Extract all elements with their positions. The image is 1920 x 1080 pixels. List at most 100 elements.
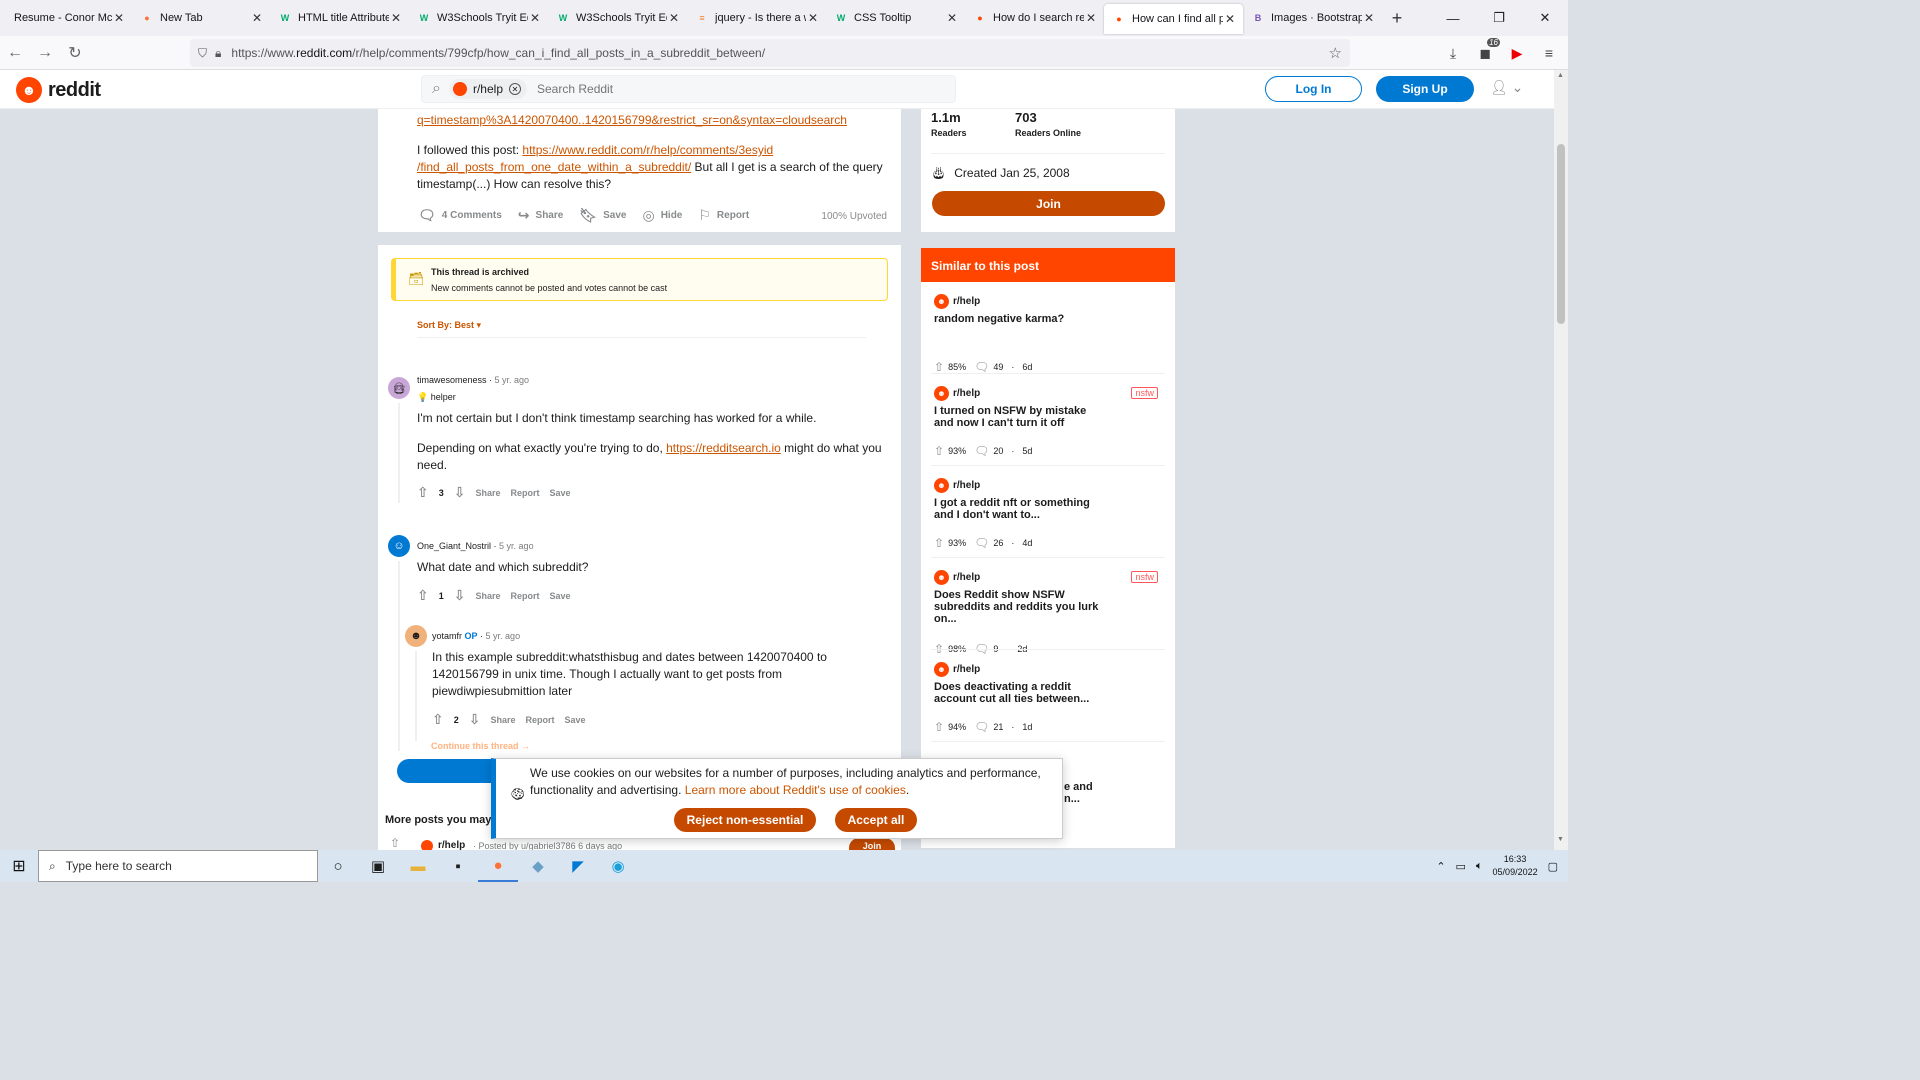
new-tab-button[interactable]: + — [1382, 8, 1412, 29]
upvote-icon[interactable]: ⇧ — [390, 836, 400, 850]
extension-icon[interactable]: ◼ 16 — [1474, 38, 1500, 66]
similar-post-title[interactable]: Does deactivating a reddit account cut a… — [934, 681, 1104, 705]
browser-tab[interactable]: W HTML title Attribute ✕ — [270, 0, 409, 36]
avatar[interactable]: 🧝︎ — [388, 377, 410, 399]
downvote-icon[interactable]: ⇩ — [469, 711, 481, 728]
notifications-icon[interactable]: ▢ — [1548, 860, 1558, 873]
comment-save-button[interactable]: Save — [550, 488, 571, 498]
tab-close-icon[interactable]: ✕ — [1223, 12, 1237, 26]
browser-tab[interactable]: ≡ jquery - Is there a way✕ — [687, 0, 826, 36]
close-window-icon[interactable]: ✕ — [1522, 0, 1568, 36]
browser-tab[interactable]: ● New Tab ✕ — [132, 0, 270, 36]
comment-share-button[interactable]: Share — [475, 488, 500, 498]
browser-tab[interactable]: B Images · Bootstrap v5✕ — [1243, 0, 1382, 36]
downvote-icon[interactable]: ⇩ — [454, 484, 466, 501]
clock[interactable]: 16:33 05/09/2022 — [1493, 853, 1538, 879]
browser-tab[interactable]: W W3Schools Tryit Editor✕ — [548, 0, 687, 36]
thread-line[interactable] — [415, 651, 417, 741]
restore-icon[interactable]: ❐ — [1476, 0, 1522, 36]
bookmark-star-icon[interactable]: ☆ — [1329, 44, 1342, 62]
chevron-up-icon[interactable]: ⌃ — [1436, 860, 1445, 873]
download-icon[interactable]: ⤓ — [1442, 40, 1464, 66]
comment-share-button[interactable]: Share — [475, 591, 500, 601]
similar-post-item[interactable]: ☻ r/help I turned on NSFW by mistake and n… — [921, 374, 1175, 466]
upvote-icon[interactable]: ⇧ — [417, 484, 429, 501]
subreddit-search-chip[interactable]: r/help ✕ — [448, 79, 527, 99]
comment-report-button[interactable]: Report — [511, 488, 540, 498]
avatar[interactable]: ☺ — [388, 535, 410, 557]
comment-save-button[interactable]: Save — [550, 591, 571, 601]
upvote-icon[interactable]: ⇧ — [432, 711, 444, 728]
signup-button[interactable]: Sign Up — [1376, 76, 1474, 102]
upvote-icon[interactable]: ⇧ — [417, 587, 429, 604]
tab-close-icon[interactable]: ✕ — [112, 11, 126, 25]
scroll-thumb[interactable] — [1557, 144, 1565, 324]
sort-dropdown[interactable]: Sort By: Best ▾ — [417, 320, 481, 331]
share-button[interactable]: ↪ Share — [518, 207, 564, 224]
shield-icon[interactable]: ⛉ — [198, 46, 207, 61]
tab-close-icon[interactable]: ✕ — [389, 11, 403, 25]
similar-post-title[interactable]: I turned on NSFW by mistake and now I ca… — [934, 405, 1104, 429]
search-bar[interactable]: ⌕ r/help ✕ — [421, 75, 956, 103]
comment-author[interactable]: yotamfr — [432, 631, 462, 641]
similar-post-subreddit[interactable]: ☻ r/help — [934, 386, 980, 401]
comment-report-button[interactable]: Report — [526, 715, 555, 725]
scroll-up-icon[interactable]: ▲ — [1557, 72, 1564, 79]
save-button[interactable]: 🔖︎ Save — [579, 207, 626, 224]
similar-post-item[interactable]: ☻ r/help random negative karma? ⇧ 85% 🗨︎ 49 · 6d — [921, 282, 1175, 374]
tab-close-icon[interactable]: ✕ — [806, 11, 820, 25]
lock-icon[interactable]: 🔒︎ — [215, 46, 221, 61]
similar-post-subreddit[interactable]: ☻ r/help — [934, 294, 980, 309]
comment-author[interactable]: One_Giant_Nostril — [417, 541, 491, 551]
scroll-down-icon[interactable]: ▼ — [1557, 836, 1564, 843]
user-menu-icon[interactable]: 👤︎ ⌄ — [1490, 79, 1523, 96]
similar-post-subreddit[interactable]: ☻ r/help — [934, 478, 980, 493]
app-icon[interactable]: ◆ — [518, 850, 558, 882]
tab-close-icon[interactable]: ✕ — [528, 11, 542, 25]
edge-icon[interactable]: ◉ — [598, 850, 638, 882]
vscode-icon[interactable]: ◤ — [558, 850, 598, 882]
reddit-logo[interactable]: ☻ reddit — [16, 77, 101, 103]
task-view-icon[interactable]: ▣ — [358, 850, 398, 882]
cookie-learn-more-link[interactable]: Learn more about Reddit's use of cookies — [685, 783, 906, 797]
menu-icon[interactable]: ≡ — [1538, 40, 1560, 66]
forward-icon[interactable]: → — [30, 39, 60, 67]
search-input[interactable] — [537, 82, 917, 96]
volume-icon[interactable]: 🔈︎ — [1476, 860, 1483, 873]
terminal-icon[interactable]: ▪ — [438, 850, 478, 882]
reject-non-essential-button[interactable]: Reject non-essential — [674, 808, 816, 832]
similar-post-title[interactable]: random negative karma? — [934, 313, 1104, 325]
tab-close-icon[interactable]: ✕ — [1362, 11, 1376, 25]
windows-start-icon[interactable]: ⊞ — [0, 850, 38, 882]
comment-save-button[interactable]: Save — [565, 715, 586, 725]
cortana-icon[interactable]: ○ — [318, 850, 358, 882]
youtube-extension-icon[interactable]: ▶ — [1506, 40, 1528, 66]
similar-post-subreddit[interactable]: ☻ r/help — [934, 662, 980, 677]
comments-button[interactable]: 🗨︎ 4 Comments — [418, 207, 502, 224]
accept-all-button[interactable]: Accept all — [835, 808, 917, 832]
join-button[interactable]: Join — [932, 191, 1165, 216]
report-button[interactable]: ⚐ Report — [698, 207, 749, 224]
similar-post-item[interactable]: ☻ r/help I got a reddit nft or something a… — [921, 466, 1175, 558]
login-button[interactable]: Log In — [1265, 76, 1362, 102]
back-icon[interactable]: ← — [0, 39, 30, 67]
similar-post-item[interactable]: ☻ r/help Does deactivating a reddit accoun… — [921, 650, 1175, 742]
continue-thread-link[interactable]: Continue this thread → — [431, 741, 530, 751]
firefox-icon[interactable]: ● — [478, 850, 518, 882]
url-bar[interactable]: ⛉ 🔒︎ https://www.reddit.com/r/help/comme… — [190, 39, 1350, 67]
browser-tab[interactable]: ● How can I find all posts✕ — [1104, 4, 1243, 34]
similar-post-subreddit[interactable]: ☻ r/help — [934, 570, 980, 585]
comment-share-button[interactable]: Share — [490, 715, 515, 725]
tab-close-icon[interactable]: ✕ — [667, 11, 681, 25]
comment-report-button[interactable]: Report — [511, 591, 540, 601]
network-icon[interactable]: ▭ — [1456, 860, 1466, 873]
similar-post-item[interactable]: ☻ r/help Does Reddit show NSFW subreddits … — [921, 558, 1175, 656]
tab-close-icon[interactable]: ✕ — [1084, 11, 1098, 25]
thread-line[interactable] — [398, 561, 400, 751]
similar-post-title[interactable]: Does Reddit show NSFW subreddits and red… — [934, 589, 1104, 625]
clear-chip-icon[interactable]: ✕ — [509, 83, 521, 95]
browser-tab[interactable]: W CSS Tooltip ✕ — [826, 0, 965, 36]
browser-tab[interactable]: Resume - Conor McFeely✕ — [0, 0, 132, 36]
tab-close-icon[interactable]: ✕ — [945, 11, 959, 25]
downvote-icon[interactable]: ⇩ — [454, 587, 466, 604]
